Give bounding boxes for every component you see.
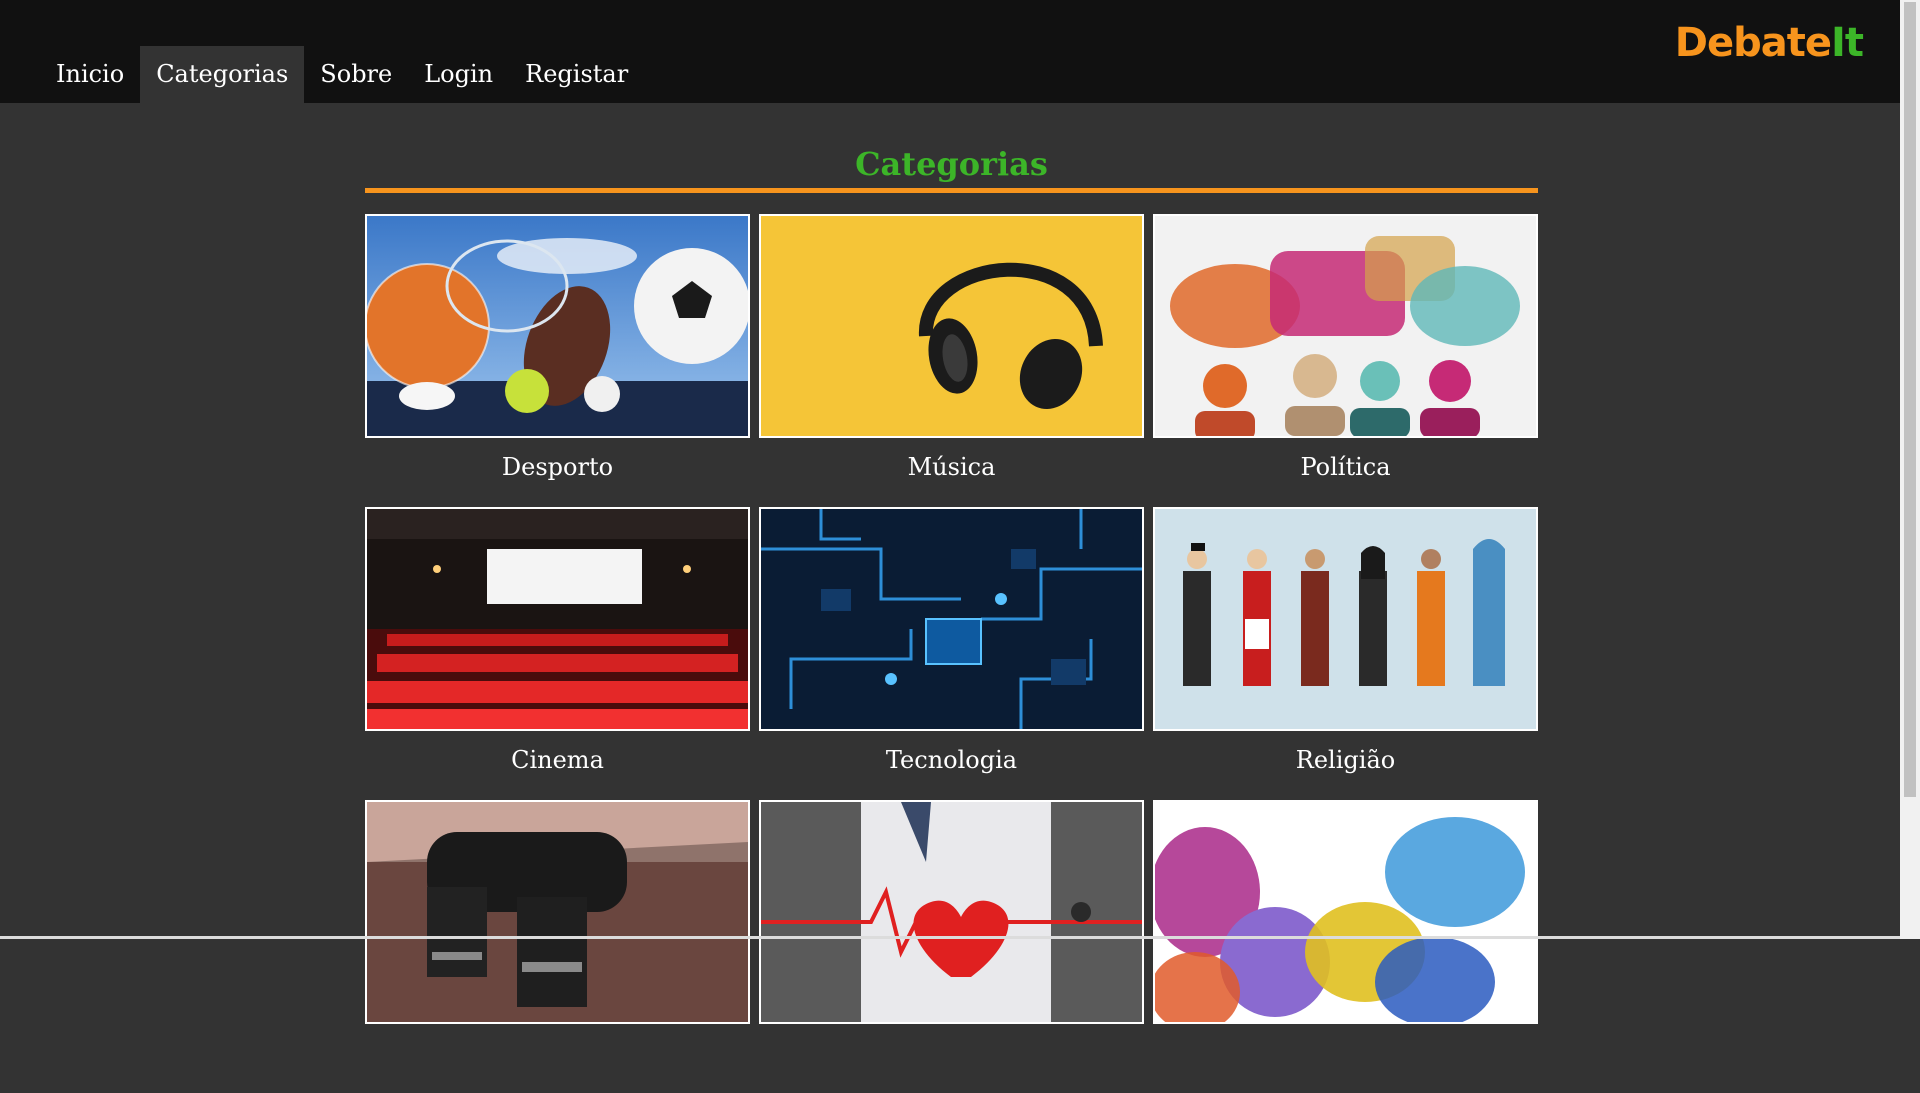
category-card-ciencia <box>365 800 750 1093</box>
sports-balls-image[interactable] <box>365 214 750 438</box>
main-nav: Inicio Categorias Sobre Login Registar <box>40 46 644 103</box>
category-card-sociedade <box>1153 800 1538 1093</box>
cinema-hall-image[interactable] <box>365 507 750 731</box>
category-card-desporto: Desporto <box>365 214 750 507</box>
scrollbar-thumb[interactable] <box>1904 2 1916 797</box>
headphones-image[interactable] <box>759 214 1144 438</box>
speech-bubbles-people-image[interactable] <box>1153 214 1538 438</box>
category-label[interactable]: Tecnologia <box>759 745 1144 775</box>
category-label[interactable]: Política <box>1153 452 1538 482</box>
site-logo[interactable]: DebateIt <box>1674 20 1864 66</box>
doctor-heart-image[interactable] <box>759 800 1144 1024</box>
category-card-musica: Música <box>759 214 1144 507</box>
title-divider <box>365 188 1538 193</box>
category-label[interactable]: Desporto <box>365 452 750 482</box>
colorful-heads-image[interactable] <box>1153 800 1538 1024</box>
nav-item-login[interactable]: Login <box>408 46 509 103</box>
logo-text-debate: Debate <box>1674 20 1832 66</box>
category-card-politica: Política <box>1153 214 1538 507</box>
category-card-saude <box>759 800 1144 1093</box>
category-label[interactable]: Música <box>759 452 1144 482</box>
religious-figures-image[interactable] <box>1153 507 1538 731</box>
vertical-scrollbar[interactable] <box>1900 0 1920 939</box>
category-card-tecnologia: Tecnologia <box>759 507 1144 800</box>
category-grid: Desporto Música Política Cinema Tecnolog… <box>365 214 1538 1093</box>
nav-item-inicio[interactable]: Inicio <box>40 46 140 103</box>
main-content: Categorias Desporto Música Política Cine… <box>365 140 1538 1093</box>
microscope-image[interactable] <box>365 800 750 1024</box>
page-title: Categorias <box>855 145 1048 183</box>
circuit-board-image[interactable] <box>759 507 1144 731</box>
nav-item-sobre[interactable]: Sobre <box>304 46 408 103</box>
category-card-cinema: Cinema <box>365 507 750 800</box>
category-label[interactable]: Religião <box>1153 745 1538 775</box>
nav-item-registar[interactable]: Registar <box>509 46 644 103</box>
category-card-religiao: Religião <box>1153 507 1538 800</box>
category-label[interactable]: Cinema <box>365 745 750 775</box>
top-navbar: Inicio Categorias Sobre Login Registar D… <box>0 0 1900 103</box>
nav-item-categorias[interactable]: Categorias <box>140 46 305 103</box>
logo-text-it: It <box>1830 20 1864 66</box>
